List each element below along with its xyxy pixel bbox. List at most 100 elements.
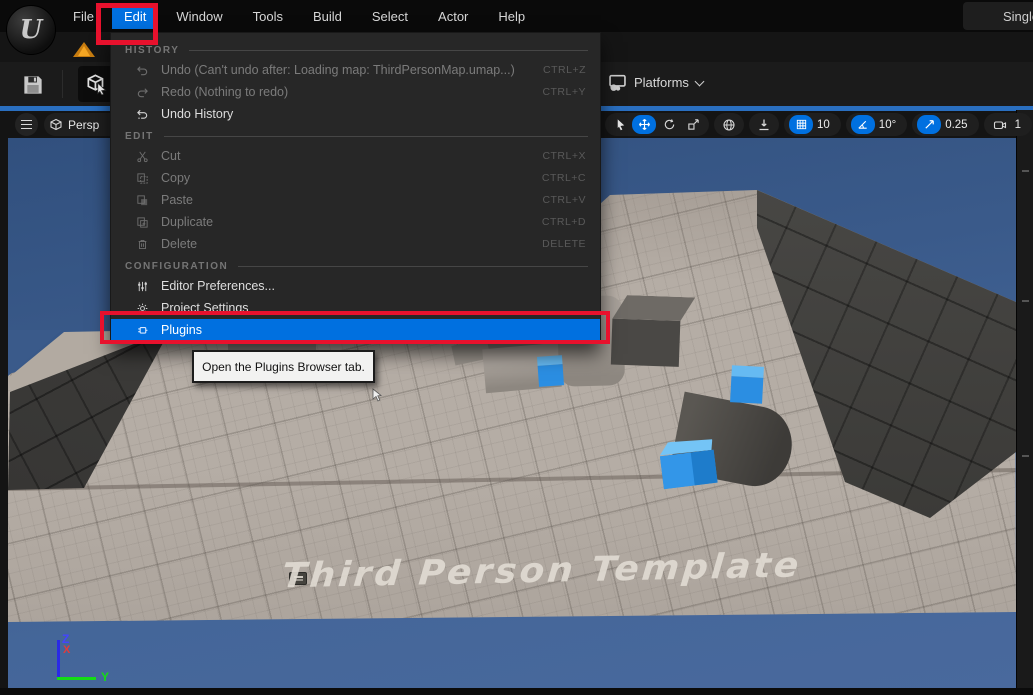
level-tab-icon <box>73 42 95 57</box>
menu-item-undo-history[interactable]: Undo History <box>111 103 600 125</box>
menu-item-label: Redo (Nothing to redo) <box>161 85 542 99</box>
camera-speed-value[interactable]: 1 <box>1011 119 1027 131</box>
menu-item-delete[interactable]: Delete DELETE <box>111 233 600 255</box>
camera-speed-control[interactable]: 1 <box>984 113 1032 136</box>
blue-cube <box>658 437 717 489</box>
scale-snap-control[interactable]: 0.25 <box>912 113 978 136</box>
menu-item-shortcut: CTRL+D <box>542 216 586 228</box>
transform-tools-group <box>605 113 709 136</box>
mouse-cursor-icon <box>368 386 386 404</box>
platforms-label: Platforms <box>634 75 689 90</box>
blue-cube <box>537 355 564 387</box>
unreal-editor-window: File Edit Window Tools Build Select Acto… <box>0 0 1033 695</box>
menu-build[interactable]: Build <box>301 4 354 29</box>
window-bottom-edge <box>0 688 1033 695</box>
edit-dropdown-menu: HISTORY Undo (Can't undo after: Loading … <box>110 32 601 344</box>
rotation-snap-icon[interactable] <box>851 115 875 134</box>
sliders-icon <box>135 280 150 293</box>
cut-icon <box>135 150 150 163</box>
save-icon <box>22 74 44 96</box>
paste-icon <box>135 194 150 207</box>
platforms-icon <box>608 73 627 92</box>
x-axis-label: X <box>63 644 70 656</box>
menu-item-shortcut: CTRL+Z <box>543 64 586 76</box>
dark-box <box>611 295 695 368</box>
copy-icon <box>135 172 150 185</box>
scale-snap-icon[interactable] <box>917 115 941 134</box>
collapsed-right-panel[interactable] <box>1016 110 1033 688</box>
rotation-snap-control[interactable]: 10° <box>846 113 907 136</box>
perspective-cube-icon <box>49 118 63 132</box>
menu-tools[interactable]: Tools <box>241 4 295 29</box>
scale-tool-button[interactable] <box>682 118 704 131</box>
menu-select[interactable]: Select <box>360 4 420 29</box>
y-axis-line <box>57 677 96 680</box>
grid-snap-icon[interactable] <box>789 115 813 134</box>
menu-item-label: Editor Preferences... <box>161 279 586 293</box>
menu-section-history: HISTORY <box>125 41 588 59</box>
menu-item-label: Paste <box>161 193 542 207</box>
annotation-box-plugins <box>100 311 610 344</box>
grid-snap-control[interactable]: 10 <box>784 113 841 136</box>
menu-item-shortcut: CTRL+X <box>542 150 586 162</box>
menu-section-edit: EDIT <box>125 127 588 145</box>
menu-item-copy[interactable]: Copy CTRL+C <box>111 167 600 189</box>
redo-icon <box>135 86 150 99</box>
section-title: CONFIGURATION <box>125 261 228 272</box>
grid-snap-value[interactable]: 10 <box>813 119 836 131</box>
camera-speed-icon <box>989 118 1011 132</box>
menu-item-redo[interactable]: Redo (Nothing to redo) CTRL+Y <box>111 81 600 103</box>
menu-section-configuration: CONFIGURATION <box>125 257 588 275</box>
menu-item-label: Cut <box>161 149 542 163</box>
y-axis-label: Y <box>101 670 109 684</box>
select-tool-button[interactable] <box>610 118 630 131</box>
menu-item-shortcut: CTRL+V <box>542 194 586 206</box>
menu-item-editor-preferences[interactable]: Editor Preferences... <box>111 275 600 297</box>
menu-item-paste[interactable]: Paste CTRL+V <box>111 189 600 211</box>
plugins-tooltip: Open the Plugins Browser tab. <box>192 350 375 383</box>
toolbar-separator <box>62 70 63 98</box>
world-local-toggle[interactable] <box>714 113 744 136</box>
menu-actor[interactable]: Actor <box>426 4 480 29</box>
menu-item-shortcut: DELETE <box>542 238 586 250</box>
axis-gizmo: Z X Y <box>44 632 114 688</box>
menu-item-shortcut: CTRL+C <box>542 172 586 184</box>
select-mode-icon <box>86 73 108 95</box>
layout-selector[interactable]: Single <box>963 2 1033 30</box>
tooltip-text: Open the Plugins Browser tab. <box>202 360 365 374</box>
menu-item-label: Undo (Can't undo after: Loading map: Thi… <box>161 63 543 77</box>
undo-icon <box>135 64 150 77</box>
blue-cube <box>730 365 764 404</box>
section-title: HISTORY <box>125 45 179 56</box>
section-title: EDIT <box>125 131 154 142</box>
menu-item-cut[interactable]: Cut CTRL+X <box>111 145 600 167</box>
rotate-tool-button[interactable] <box>658 118 680 131</box>
menu-item-label: Duplicate <box>161 215 542 229</box>
delete-icon <box>135 238 150 251</box>
surface-snap-icon <box>757 118 771 132</box>
menu-item-undo[interactable]: Undo (Can't undo after: Loading map: Thi… <box>111 59 600 81</box>
menu-help[interactable]: Help <box>486 4 537 29</box>
save-button[interactable] <box>14 68 52 102</box>
menu-item-label: Undo History <box>161 107 586 121</box>
duplicate-icon <box>135 216 150 229</box>
chevron-down-icon <box>694 76 704 86</box>
move-tool-button[interactable] <box>632 115 656 134</box>
viewport-camera-label: Persp <box>68 118 99 132</box>
menu-item-shortcut: CTRL+Y <box>542 86 586 98</box>
layout-selector-label: Single <box>1003 9 1033 24</box>
globe-icon <box>722 118 736 132</box>
menu-item-label: Copy <box>161 171 542 185</box>
menu-item-label: Delete <box>161 237 542 251</box>
surface-snapping-button[interactable] <box>749 113 779 136</box>
z-axis-line <box>57 640 60 679</box>
scale-snap-value[interactable]: 0.25 <box>941 119 973 131</box>
unreal-logo-icon: U <box>6 5 56 55</box>
platforms-dropdown[interactable]: Platforms <box>608 73 703 92</box>
rotation-snap-value[interactable]: 10° <box>875 119 902 131</box>
viewport-options-button[interactable] <box>15 113 38 136</box>
annotation-box-edit <box>96 3 158 45</box>
undo-history-icon <box>135 108 150 121</box>
menu-item-duplicate[interactable]: Duplicate CTRL+D <box>111 211 600 233</box>
menu-window[interactable]: Window <box>164 4 234 29</box>
